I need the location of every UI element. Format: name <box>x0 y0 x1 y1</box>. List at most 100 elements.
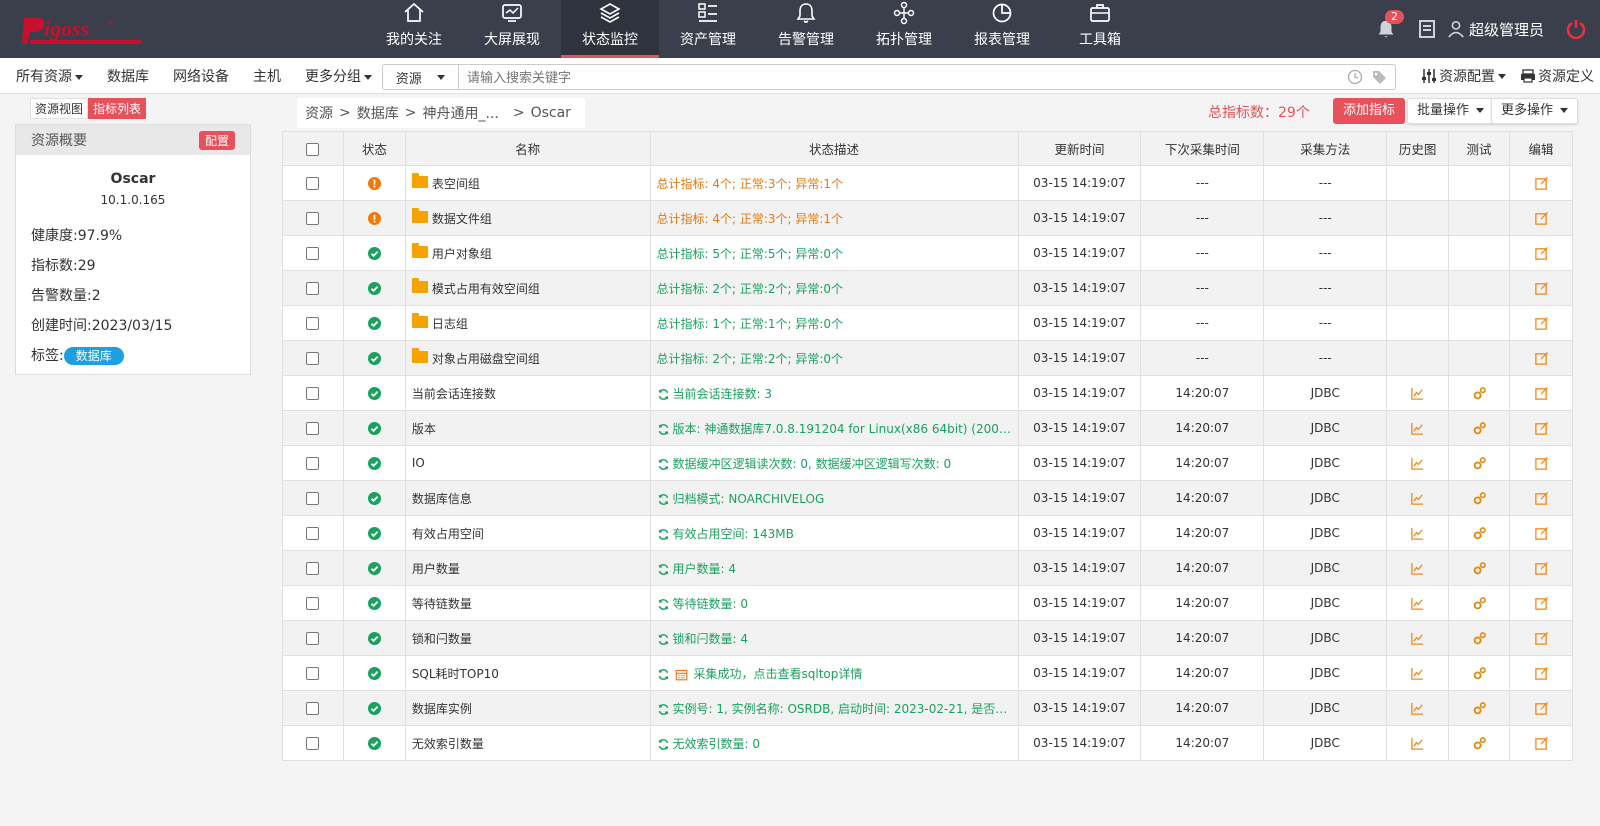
gears-icon[interactable] <box>1472 666 1487 681</box>
name-cell[interactable]: 等待链数量 <box>404 585 651 621</box>
nav-item-0[interactable]: 我的关注 <box>365 0 463 58</box>
notebook-icon[interactable] <box>1417 19 1437 39</box>
desc-cell[interactable]: 版本: 神通数据库7.0.8.191204 for Linux(x86 64bi… <box>649 410 1019 446</box>
table-row[interactable]: 版本 版本: 神通数据库7.0.8.191204 for Linux(x86 64… <box>282 410 1573 446</box>
desc-cell[interactable]: 归档模式: NOARCHIVELOG <box>649 480 1019 516</box>
history-chart-icon[interactable] <box>1410 701 1425 716</box>
name-cell[interactable]: 无效索引数量 <box>404 725 651 761</box>
row-checkbox[interactable] <box>306 317 320 330</box>
menu-database[interactable]: 数据库 <box>107 66 149 86</box>
edit-icon[interactable] <box>1534 666 1549 681</box>
edit-icon[interactable] <box>1534 246 1549 261</box>
edit-icon[interactable] <box>1534 211 1549 226</box>
gears-icon[interactable] <box>1472 736 1487 751</box>
history-chart-icon[interactable] <box>1410 736 1425 751</box>
history-icon[interactable] <box>1347 69 1363 85</box>
name-cell[interactable]: 数据库实例 <box>404 690 651 726</box>
menu-all-resources[interactable]: 所有资源 <box>16 66 83 86</box>
history-chart-icon[interactable] <box>1410 526 1425 541</box>
table-row[interactable]: 数据文件组 总计指标: 4个; 正常:3个; 异常:1个 03-15 14:19:0… <box>282 200 1573 236</box>
row-checkbox[interactable] <box>306 282 320 295</box>
alert-bell[interactable]: 2 <box>1375 10 1404 40</box>
name-cell[interactable]: 数据库信息 <box>404 480 651 516</box>
history-chart-icon[interactable] <box>1410 596 1425 611</box>
nav-item-7[interactable]: 工具箱 <box>1051 0 1149 58</box>
table-row[interactable]: 等待链数量 等待链数量: 0 03-15 14:19:07 14:20:07 JDBC <box>282 585 1573 621</box>
edit-icon[interactable] <box>1534 456 1549 471</box>
desc-cell[interactable]: 当前会话连接数: 3 <box>649 375 1019 411</box>
history-chart-icon[interactable] <box>1410 631 1425 646</box>
name-cell[interactable]: IO <box>404 445 651 481</box>
row-checkbox[interactable] <box>306 387 320 400</box>
edit-icon[interactable] <box>1534 386 1549 401</box>
desc-cell[interactable]: 总计指标: 4个; 正常:3个; 异常:1个 <box>649 200 1019 236</box>
user-menu[interactable]: 超级管理员 <box>1447 19 1544 40</box>
history-chart-icon[interactable] <box>1410 561 1425 576</box>
row-checkbox[interactable] <box>306 527 320 540</box>
edit-icon[interactable] <box>1534 351 1549 366</box>
power-icon[interactable] <box>1566 19 1586 39</box>
history-chart-icon[interactable] <box>1410 491 1425 506</box>
table-row[interactable]: 日志组 总计指标: 1个; 正常:1个; 异常:0个 03-15 14:19:07-… <box>282 305 1573 341</box>
row-checkbox[interactable] <box>306 457 320 470</box>
edit-icon[interactable] <box>1534 526 1549 541</box>
desc-cell[interactable]: 实例号: 1, 实例名称: OSRDB, 启动时间: 2023-02-21, 是… <box>649 690 1019 726</box>
tab-metric-list[interactable]: 指标列表 <box>88 98 147 119</box>
edit-icon[interactable] <box>1534 701 1549 716</box>
pigoss-logo[interactable]: igoss ® <box>20 12 150 48</box>
name-cell[interactable]: 用户对象组 <box>404 235 651 271</box>
batch-operation-button[interactable]: 批量操作 <box>1407 98 1495 124</box>
table-row[interactable]: 模式占用有效空间组 总计指标: 2个; 正常:2个; 异常:0个 03-15 14:… <box>282 270 1573 306</box>
edit-icon[interactable] <box>1534 281 1549 296</box>
gears-icon[interactable] <box>1472 456 1487 471</box>
table-row[interactable]: 锁和闩数量 锁和闩数量: 4 03-15 14:19:07 14:20:07 JDBC <box>282 620 1573 656</box>
resource-define-menu[interactable]: 资源定义 <box>1520 66 1594 86</box>
edit-icon[interactable] <box>1534 561 1549 576</box>
name-cell[interactable]: 对象占用磁盘空间组 <box>404 340 651 376</box>
tag-pill[interactable]: 数据库 <box>63 347 124 365</box>
table-row[interactable]: SQL耗时TOP10 采集成功，点击查看sqltop详情 03-15 14:19:0… <box>282 655 1573 691</box>
name-cell[interactable]: 当前会话连接数 <box>404 375 651 411</box>
row-checkbox[interactable] <box>306 492 320 505</box>
name-cell[interactable]: 模式占用有效空间组 <box>404 270 651 306</box>
name-cell[interactable]: 版本 <box>404 410 651 446</box>
edit-icon[interactable] <box>1534 631 1549 646</box>
nav-item-2[interactable]: 状态监控 <box>561 0 659 58</box>
row-checkbox[interactable] <box>306 632 320 645</box>
edit-icon[interactable] <box>1534 316 1549 331</box>
row-checkbox[interactable] <box>306 212 320 225</box>
history-chart-icon[interactable] <box>1410 386 1425 401</box>
search-type-select[interactable]: 资源 <box>383 65 459 89</box>
history-chart-icon[interactable] <box>1410 666 1425 681</box>
search-input[interactable] <box>459 65 1339 89</box>
nav-item-5[interactable]: 拓扑管理 <box>855 0 953 58</box>
gears-icon[interactable] <box>1472 491 1487 506</box>
table-row[interactable]: 数据库信息 归档模式: NOARCHIVELOG 03-15 14:19:07 14:… <box>282 480 1573 516</box>
desc-cell[interactable]: 总计指标: 2个; 正常:2个; 异常:0个 <box>649 270 1019 306</box>
table-row[interactable]: 无效索引数量 无效索引数量: 0 03-15 14:19:07 14:20:07 JDB… <box>282 725 1573 761</box>
menu-more-groups[interactable]: 更多分组 <box>305 66 372 86</box>
nav-item-3[interactable]: 资产管理 <box>659 0 757 58</box>
desc-cell[interactable]: 总计指标: 4个; 正常:3个; 异常:1个 <box>649 165 1019 201</box>
table-row[interactable]: 表空间组 总计指标: 4个; 正常:3个; 异常:1个 03-15 14:19:07… <box>282 165 1573 201</box>
history-chart-icon[interactable] <box>1410 456 1425 471</box>
nav-item-4[interactable]: 告警管理 <box>757 0 855 58</box>
desc-cell[interactable]: 用户数量: 4 <box>649 550 1019 586</box>
add-metric-button[interactable]: 添加指标 <box>1333 98 1406 124</box>
row-checkbox[interactable] <box>306 247 320 260</box>
row-checkbox[interactable] <box>306 702 320 715</box>
row-checkbox[interactable] <box>306 177 320 190</box>
select-all-checkbox[interactable] <box>306 143 320 156</box>
resource-config-menu[interactable]: 资源配置 <box>1421 66 1506 86</box>
menu-network[interactable]: 网络设备 <box>173 66 229 86</box>
row-checkbox[interactable] <box>306 422 320 435</box>
edit-icon[interactable] <box>1534 176 1549 191</box>
desc-cell[interactable]: 采集成功，点击查看sqltop详情 <box>649 655 1019 691</box>
gears-icon[interactable] <box>1472 386 1487 401</box>
history-chart-icon[interactable] <box>1410 421 1425 436</box>
name-cell[interactable]: 日志组 <box>404 305 651 341</box>
desc-cell[interactable]: 数据缓冲区逻辑读次数: 0, 数据缓冲区逻辑写次数: 0 <box>649 445 1019 481</box>
desc-cell[interactable]: 总计指标: 2个; 正常:2个; 异常:0个 <box>649 340 1019 376</box>
nav-item-1[interactable]: 大屏展现 <box>463 0 561 58</box>
desc-cell[interactable]: 总计指标: 5个; 正常:5个; 异常:0个 <box>649 235 1019 271</box>
